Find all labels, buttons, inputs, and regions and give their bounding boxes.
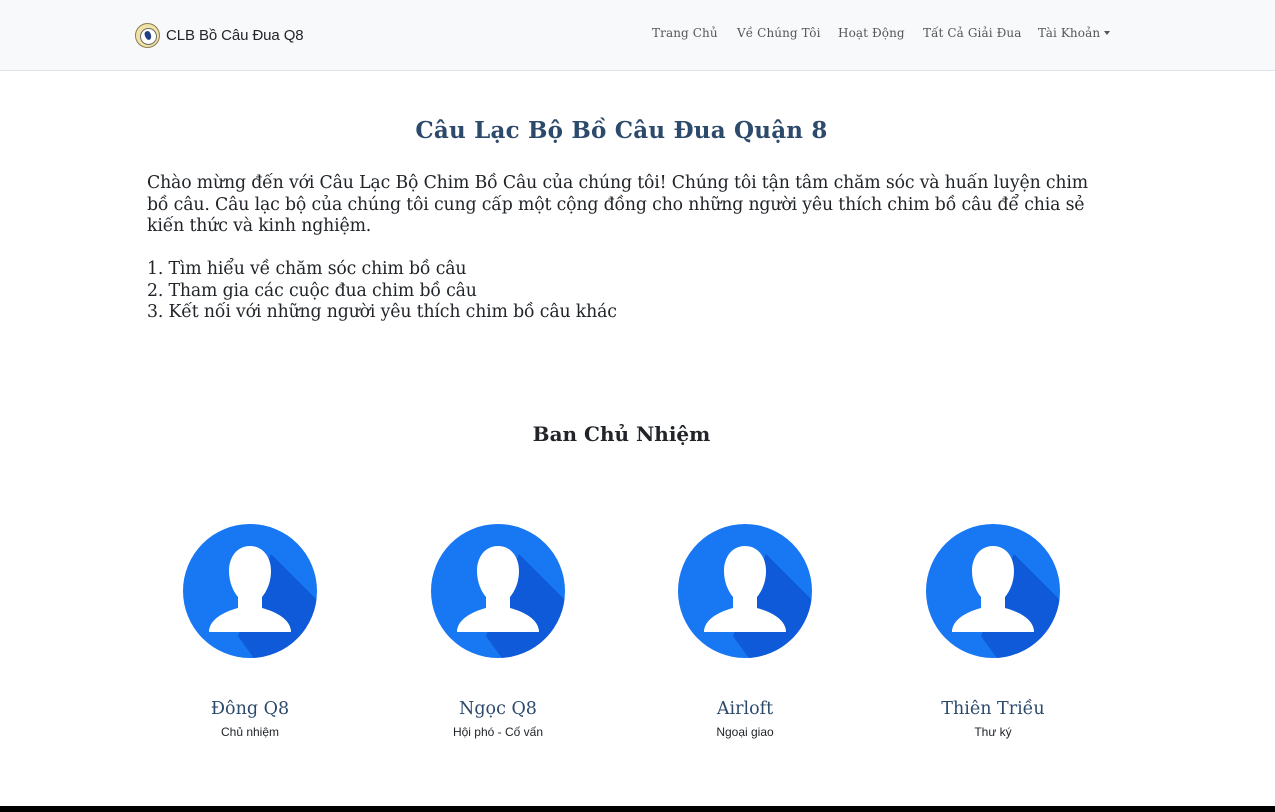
nav-link-about[interactable]: Về Chúng Tôi: [737, 26, 821, 40]
user-avatar-icon: [431, 524, 565, 658]
team-member-card: Thiên Triều Thư ký: [869, 524, 1117, 739]
user-avatar-icon: [926, 524, 1060, 658]
nav-link-home[interactable]: Trang Chủ: [652, 26, 718, 40]
member-role: Chủ nhiệm: [220, 725, 280, 739]
club-logo-icon: [135, 22, 160, 48]
top-navbar: CLB Bồ Câu Đua Q8 Trang Chủ Về Chúng Tôi…: [0, 0, 1275, 71]
feature-list: 1. Tìm hiểu về chăm sóc chim bồ câu 2. T…: [147, 259, 1047, 324]
navbar-brand[interactable]: CLB Bồ Câu Đua Q8: [135, 22, 304, 48]
member-name: Ngọc Q8: [459, 699, 537, 719]
team-member-card: Airloft Ngoại giao: [621, 524, 869, 739]
member-role: Thư ký: [974, 725, 1012, 739]
brand-name: CLB Bồ Câu Đua Q8: [166, 26, 304, 44]
user-avatar-icon: [183, 524, 317, 658]
page-bottom-bar: [0, 806, 1275, 812]
list-item: 1. Tìm hiểu về chăm sóc chim bồ câu: [147, 259, 467, 279]
team-member-card: Đông Q8 Chủ nhiệm: [126, 524, 374, 739]
nav-link-all-races[interactable]: Tất Cả Giải Đua: [923, 26, 1021, 40]
user-avatar-icon: [678, 524, 812, 658]
nav-account-dropdown[interactable]: Tài Khoản: [1038, 26, 1111, 40]
member-role: Ngoại giao: [716, 725, 774, 739]
team-member-card: Ngọc Q8 Hội phó - Cố vấn: [374, 524, 622, 739]
list-item: 3. Kết nối với những người yêu thích chi…: [147, 302, 617, 322]
page-title: Câu Lạc Bộ Bồ Câu Đua Quận 8: [415, 117, 828, 144]
member-name: Đông Q8: [210, 699, 290, 719]
member-name: Thiên Triều: [941, 699, 1045, 719]
intro-paragraph: Chào mừng đến với Câu Lạc Bộ Chim Bồ Câu…: [147, 173, 1089, 236]
nav-account-label: Tài Khoản: [1038, 26, 1101, 40]
list-item: 2. Tham gia các cuộc đua chim bồ câu: [147, 280, 477, 301]
caret-down-icon: [1104, 31, 1111, 35]
nav-link-activities[interactable]: Hoạt Động: [838, 26, 905, 40]
team-section-title: Ban Chủ Nhiệm: [532, 422, 711, 446]
member-role: Hội phó - Cố vấn: [452, 725, 544, 739]
member-name: Airloft: [716, 699, 774, 719]
